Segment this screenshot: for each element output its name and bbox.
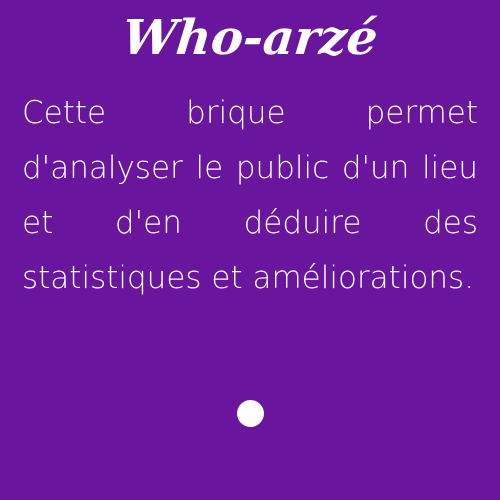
- dot-icon[interactable]: [237, 400, 264, 427]
- card-title: Who-arzé: [119, 10, 381, 66]
- brick-card: Who-arzé Cette brique permet d'analyser …: [0, 0, 500, 500]
- card-description: Cette brique permet d'analyser le public…: [22, 95, 478, 296]
